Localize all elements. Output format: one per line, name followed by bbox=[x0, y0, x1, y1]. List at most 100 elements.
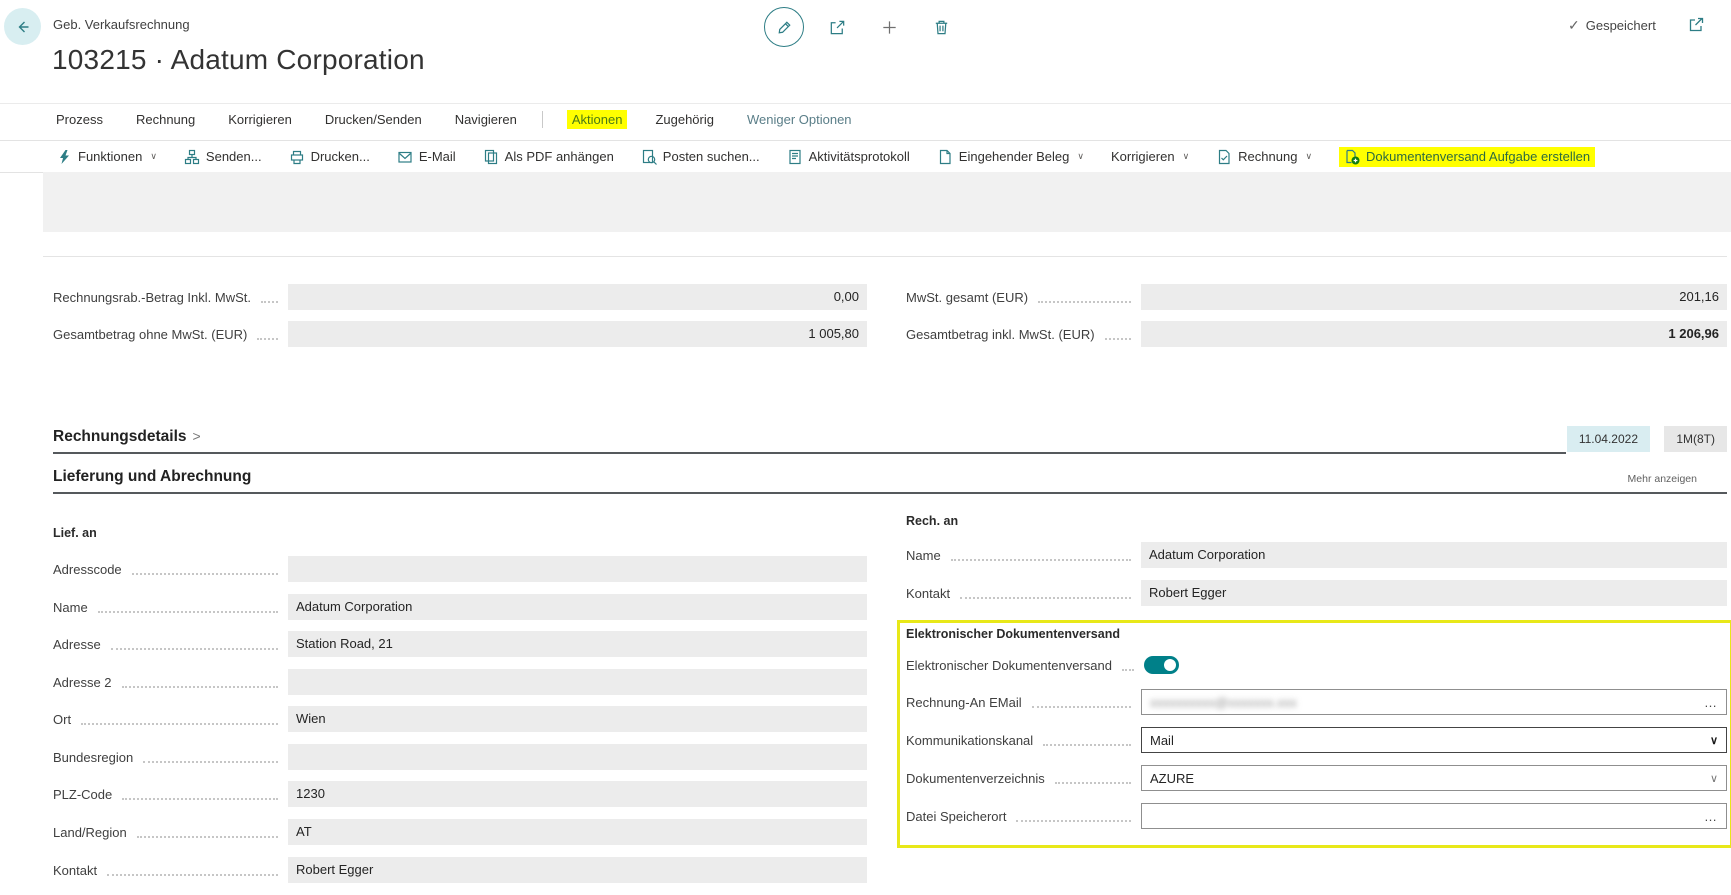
section-lieferung-und-abrechnung[interactable]: Lieferung und Abrechnung bbox=[53, 468, 251, 486]
field-row-kontakt: Kontakt Robert Egger bbox=[53, 857, 867, 883]
group-label-elektronischer-dokumentenversand: Elektronischer Dokumentenversand bbox=[906, 627, 1120, 641]
part-divider bbox=[43, 256, 1727, 257]
assist-edit-button[interactable]: … bbox=[1704, 695, 1718, 710]
adresse-value[interactable]: Station Road, 21 bbox=[288, 631, 867, 657]
field-row-edoc-toggle: Elektronischer Dokumentenversand bbox=[906, 652, 1727, 678]
field-row-plz-code: PLZ-Code 1230 bbox=[53, 781, 867, 807]
tab-korrigieren[interactable]: Korrigieren bbox=[228, 112, 292, 127]
posted-sales-invoice-page: Geb. Verkaufsrechnung 103215 · Adatum Co… bbox=[0, 0, 1731, 895]
open-in-new-window-icon bbox=[1686, 15, 1706, 35]
adresscode-value[interactable] bbox=[288, 556, 867, 582]
dokumentenverzeichnis-select[interactable]: AZURE ∨ bbox=[1141, 765, 1727, 791]
total-incl-vat-value[interactable]: 1 206,96 bbox=[1141, 321, 1727, 347]
chevron-down-icon: ∨ bbox=[1305, 151, 1312, 162]
kommunikationskanal-select[interactable]: Mail ∨ bbox=[1141, 727, 1727, 753]
toolbar-rechnung[interactable]: Rechnung ∨ bbox=[1216, 149, 1312, 165]
ship-to-kontakt-value[interactable]: Robert Egger bbox=[288, 857, 867, 883]
menu-tab-bar: Prozess Rechnung Korrigieren Drucken/Sen… bbox=[0, 103, 1731, 134]
field-row-bill-to-kontakt: Kontakt Robert Egger bbox=[906, 580, 1727, 606]
kommunikationskanal-value: Mail bbox=[1150, 733, 1710, 748]
show-more-link[interactable]: Mehr anzeigen bbox=[1628, 473, 1697, 485]
share-icon bbox=[828, 18, 847, 37]
chevron-down-icon: ∨ bbox=[1710, 734, 1718, 747]
edit-button[interactable] bbox=[764, 7, 804, 47]
group-label-lief-an: Lief. an bbox=[53, 526, 97, 540]
toolbar-email[interactable]: E-Mail bbox=[397, 149, 456, 165]
page-title: 103215 · Adatum Corporation bbox=[52, 44, 425, 76]
toolbar-senden[interactable]: Senden... bbox=[184, 149, 262, 165]
tab-zugehoerig[interactable]: Zugehörig bbox=[655, 112, 714, 127]
send-icon bbox=[184, 149, 200, 165]
field-row-adresse-2: Adresse 2 bbox=[53, 669, 867, 695]
attach-pdf-icon bbox=[483, 149, 499, 165]
group-label-rech-an: Rech. an bbox=[906, 514, 958, 528]
section-rule bbox=[53, 492, 1727, 494]
check-icon: ✓ bbox=[1568, 17, 1580, 34]
delete-button[interactable] bbox=[922, 8, 960, 46]
tab-aktionen-highlighted[interactable]: Aktionen bbox=[567, 110, 628, 129]
tab-rechnung[interactable]: Rechnung bbox=[136, 112, 195, 127]
action-toolbar: Funktionen ∨ Senden... Drucken... E-Mail… bbox=[0, 140, 1731, 173]
bill-to-kontakt-value[interactable]: Robert Egger bbox=[1141, 580, 1727, 606]
plz-code-value[interactable]: 1230 bbox=[288, 781, 867, 807]
invoice-discount-value[interactable]: 0,00 bbox=[288, 284, 867, 310]
toolbar-aktivitaetsprotokoll[interactable]: Aktivitätsprotokoll bbox=[787, 149, 910, 165]
invoice-icon bbox=[1216, 149, 1232, 165]
tab-weniger-optionen[interactable]: Weniger Optionen bbox=[747, 112, 852, 127]
toolbar-dokumentenversand-aufgabe-erstellen-highlighted[interactable]: Dokumentenversand Aufgabe erstellen bbox=[1339, 147, 1595, 167]
total-excl-vat-value[interactable]: 1 005,80 bbox=[288, 321, 867, 347]
chevron-down-icon: ∨ bbox=[1077, 151, 1084, 162]
ort-value[interactable]: Wien bbox=[288, 706, 867, 732]
tab-prozess[interactable]: Prozess bbox=[56, 112, 103, 127]
field-row-invoice-discount: Rechnungsrab.-Betrag Inkl. MwSt. 0,00 bbox=[53, 284, 867, 310]
pencil-icon bbox=[775, 18, 794, 37]
share-button[interactable] bbox=[818, 8, 856, 46]
new-button[interactable] bbox=[870, 8, 908, 46]
field-row-ort: Ort Wien bbox=[53, 706, 867, 732]
activity-log-icon bbox=[787, 149, 803, 165]
toolbar-korrigieren[interactable]: Korrigieren ∨ bbox=[1111, 149, 1189, 164]
plus-icon bbox=[880, 18, 899, 37]
section-rechnungsdetails[interactable]: Rechnungsdetails> bbox=[53, 428, 201, 446]
back-arrow-icon bbox=[13, 17, 33, 37]
open-in-new-window-button[interactable] bbox=[1686, 15, 1710, 39]
toolbar-posten-suchen[interactable]: Posten suchen... bbox=[641, 149, 760, 165]
bill-to-name-value[interactable]: Adatum Corporation bbox=[1141, 542, 1727, 568]
toolbar-als-pdf-anhaengen[interactable]: Als PDF anhängen bbox=[483, 149, 614, 165]
collapsed-lines-area[interactable] bbox=[43, 172, 1731, 232]
toolbar-funktionen[interactable]: Funktionen ∨ bbox=[56, 149, 157, 165]
tab-separator bbox=[542, 111, 543, 128]
chevron-down-icon: ∨ bbox=[1183, 151, 1190, 162]
toolbar-drucken[interactable]: Drucken... bbox=[289, 149, 370, 165]
tab-drucken-senden[interactable]: Drucken/Senden bbox=[325, 112, 422, 127]
chevron-down-icon: ∨ bbox=[150, 151, 157, 162]
field-row-total-incl-vat: Gesamtbetrag inkl. MwSt. (EUR) 1 206,96 bbox=[906, 321, 1727, 347]
incoming-document-icon bbox=[937, 149, 953, 165]
field-row-bill-to-name: Name Adatum Corporation bbox=[906, 542, 1727, 568]
field-row-datei-speicherort: Datei Speicherort … bbox=[906, 803, 1727, 829]
toolbar-eingehender-beleg[interactable]: Eingehender Beleg ∨ bbox=[937, 149, 1084, 165]
assist-edit-button[interactable]: … bbox=[1704, 809, 1718, 824]
edoc-toggle-on[interactable] bbox=[1144, 656, 1179, 674]
field-row-dokumentenverzeichnis: Dokumentenverzeichnis AZURE ∨ bbox=[906, 765, 1727, 791]
back-button[interactable] bbox=[4, 8, 41, 45]
breadcrumb[interactable]: Geb. Verkaufsrechnung bbox=[53, 17, 190, 32]
bundesregion-value[interactable] bbox=[288, 744, 867, 770]
vat-total-value[interactable]: 201,16 bbox=[1141, 284, 1727, 310]
tab-navigieren[interactable]: Navigieren bbox=[455, 112, 517, 127]
datei-speicherort-input[interactable]: … bbox=[1141, 803, 1727, 829]
payment-terms-badge[interactable]: 1M(8T) bbox=[1664, 426, 1727, 452]
field-row-land-region: Land/Region AT bbox=[53, 819, 867, 845]
toggle-knob bbox=[1164, 659, 1176, 671]
land-region-value[interactable]: AT bbox=[288, 819, 867, 845]
save-status: ✓ Gespeichert bbox=[1568, 17, 1656, 34]
save-status-label: Gespeichert bbox=[1586, 18, 1656, 33]
dokumentenverzeichnis-value: AZURE bbox=[1150, 771, 1710, 786]
field-row-name: Name Adatum Corporation bbox=[53, 594, 867, 620]
document-send-add-icon bbox=[1344, 149, 1360, 165]
due-date-badge[interactable]: 11.04.2022 bbox=[1567, 426, 1650, 452]
email-input[interactable]: xxxxxxxxxx@xxxxxxx.xxx … bbox=[1141, 689, 1727, 715]
ship-to-name-value[interactable]: Adatum Corporation bbox=[288, 594, 867, 620]
trash-icon bbox=[932, 18, 951, 37]
adresse-2-value[interactable] bbox=[288, 669, 867, 695]
